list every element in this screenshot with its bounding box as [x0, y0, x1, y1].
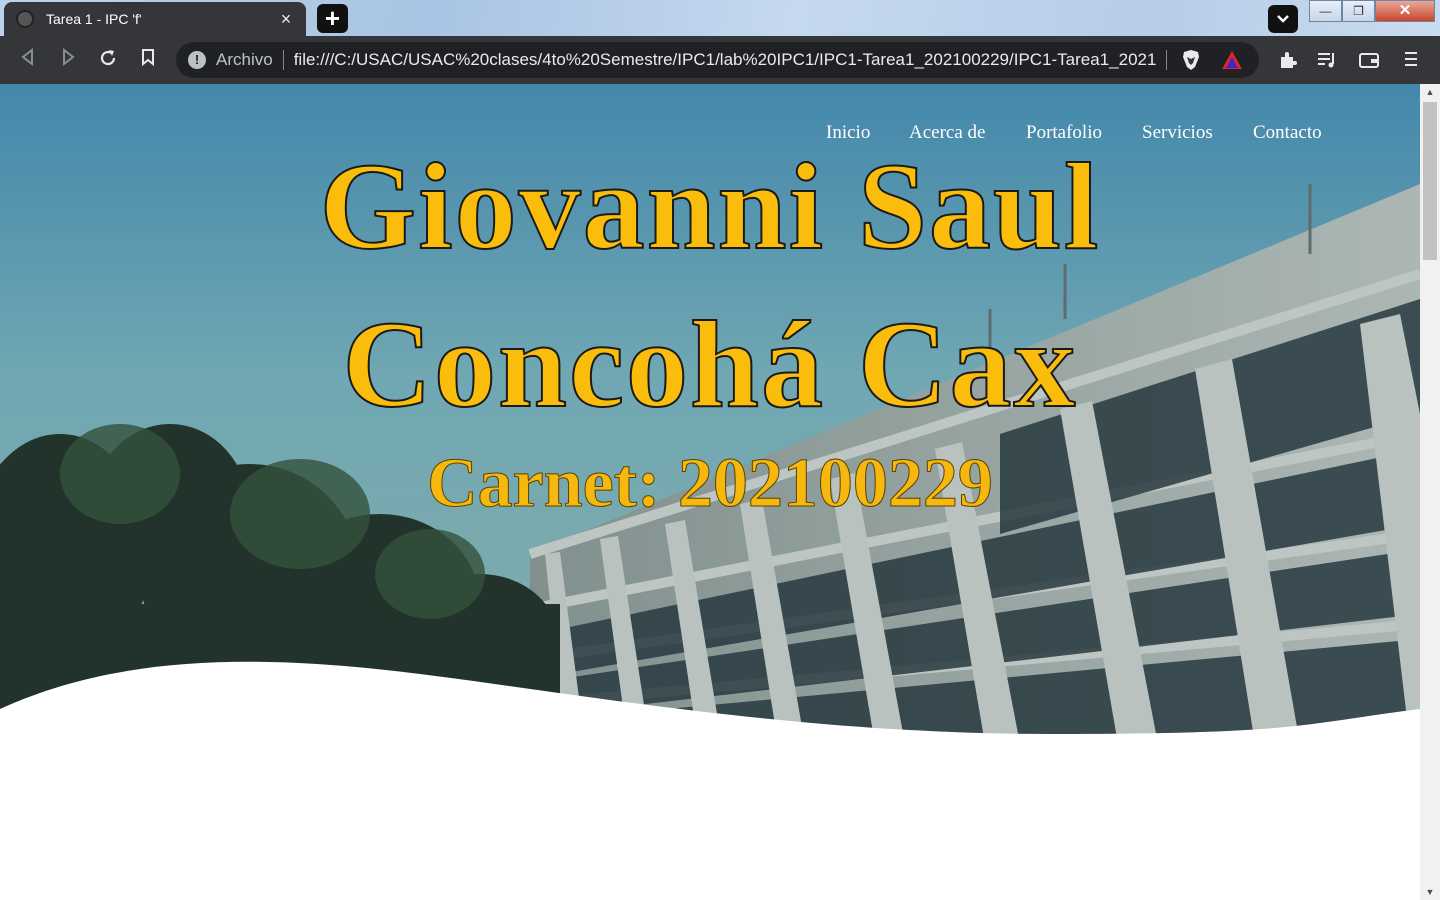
browser-toolbar: ! Archivo file:///C:/USAC/USAC%20clases/… [0, 36, 1440, 84]
reload-button[interactable] [96, 48, 120, 72]
forward-arrow-icon [63, 47, 75, 67]
tab-close-button[interactable]: × [276, 9, 296, 30]
close-window-button[interactable]: ✕ [1375, 0, 1435, 22]
page-viewport: Inicio Acerca de Portafolio Servicios Co… [0, 84, 1420, 900]
site-security-label: Archivo [216, 50, 273, 69]
url-text[interactable]: file:///C:/USAC/USAC%20clases/4to%20Seme… [294, 50, 1156, 70]
forward-button[interactable] [56, 47, 80, 72]
omnibox-divider [282, 50, 284, 70]
active-tab[interactable]: Tarea 1 - IPC 'f' × [4, 2, 306, 36]
wave-divider [0, 661, 1420, 900]
window-controls: — ❐ ✕ [1309, 0, 1435, 22]
tab-search-button[interactable] [1268, 5, 1298, 33]
restore-button[interactable]: ❐ [1342, 0, 1375, 22]
omnibox-divider [1165, 50, 1167, 70]
back-button[interactable] [16, 47, 40, 72]
new-tab-button[interactable]: + [317, 4, 348, 33]
brave-shields-icon[interactable] [1181, 49, 1201, 71]
wallet-icon[interactable] [1358, 50, 1380, 72]
tab-strip: Tarea 1 - IPC 'f' × + — ❐ ✕ [0, 0, 1440, 36]
minimize-button[interactable]: — [1309, 0, 1342, 22]
address-bar[interactable]: ! Archivo file:///C:/USAC/USAC%20clases/… [176, 42, 1259, 78]
extensions-icon[interactable] [1277, 50, 1299, 72]
bookmark-icon [142, 49, 154, 67]
tab-favicon-icon [16, 10, 34, 28]
scroll-thumb[interactable] [1423, 102, 1437, 260]
back-arrow-icon [21, 47, 33, 67]
scroll-up-arrow-icon[interactable]: ▲ [1420, 84, 1440, 100]
menu-icon[interactable] [1400, 50, 1422, 72]
bookmark-button[interactable] [136, 48, 160, 72]
page-scrollbar[interactable]: ▲ ▼ [1420, 84, 1440, 900]
tab-title: Tarea 1 - IPC 'f' [46, 11, 142, 27]
scroll-down-arrow-icon[interactable]: ▼ [1420, 884, 1440, 900]
brave-rewards-icon[interactable] [1221, 50, 1243, 70]
info-icon[interactable]: ! [188, 51, 206, 69]
chevron-down-icon [1277, 15, 1289, 23]
media-playlist-icon[interactable] [1316, 50, 1338, 72]
reload-icon [100, 50, 116, 66]
